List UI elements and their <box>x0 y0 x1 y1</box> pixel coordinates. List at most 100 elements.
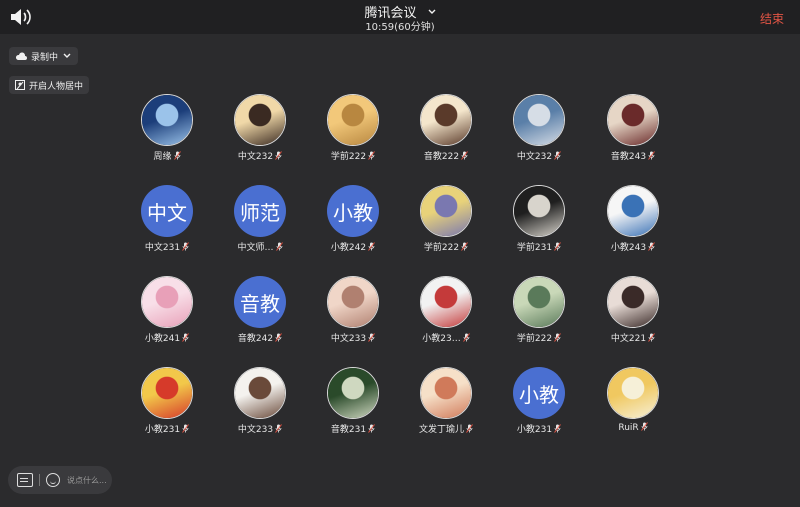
participant-tile[interactable]: 音教222 <box>399 94 493 162</box>
participant-tile[interactable]: 周缘 <box>120 94 214 162</box>
avatar-photo <box>235 95 285 145</box>
avatar-photo <box>421 95 471 145</box>
avatar-photo <box>328 277 378 327</box>
avatar: 师范 <box>234 185 286 237</box>
participant-name: 中文233 <box>237 425 274 435</box>
participant-tile[interactable]: 小教241 <box>120 276 214 344</box>
mic-muted-icon <box>648 333 655 342</box>
mic-muted-icon <box>461 242 468 251</box>
mic-muted-icon <box>275 151 282 160</box>
avatar: 中文 <box>141 185 193 237</box>
participant-tile[interactable]: 小教23… <box>399 276 493 344</box>
participant-name-row: 学前222 <box>399 240 493 253</box>
avatar: 小教 <box>327 185 379 237</box>
participant-tile[interactable]: 音教 音教242 <box>213 276 307 344</box>
participant-tile[interactable]: 师范中文师… <box>213 185 307 253</box>
avatar <box>513 276 565 328</box>
participant-name: 小教242 <box>330 243 367 253</box>
participant-name: 中文232 <box>516 152 553 162</box>
participant-name-row: 学前231 <box>492 240 586 253</box>
participant-tile[interactable]: 学前222 <box>399 185 493 253</box>
avatar-photo <box>142 368 192 418</box>
participant-name-row: 小教231 <box>120 422 214 435</box>
participant-name: 小教241 <box>144 334 181 344</box>
avatar <box>513 185 565 237</box>
avatar <box>513 94 565 146</box>
avatar: 小教 <box>513 367 565 419</box>
participant-tile[interactable]: 小教243 <box>586 185 680 253</box>
avatar-photo <box>142 277 192 327</box>
avatar <box>234 367 286 419</box>
participant-name: 学前222 <box>330 152 367 162</box>
participant-tile[interactable]: 中文232 <box>213 94 307 162</box>
divider <box>39 474 40 486</box>
participant-tile[interactable]: 小教小教242 <box>306 185 400 253</box>
avatar <box>327 276 379 328</box>
participant-tile[interactable]: 音教243 <box>586 94 680 162</box>
participant-tile[interactable]: 文发丁瑜儿 <box>399 367 493 435</box>
participant-name: 学前222 <box>423 243 460 253</box>
mic-muted-icon <box>554 333 561 342</box>
person-center-button[interactable]: 开启人物居中 <box>9 76 90 94</box>
person-center-icon <box>15 80 25 90</box>
participant-name: 音教242 <box>237 334 274 344</box>
emoji-icon[interactable] <box>46 473 60 487</box>
avatar-photo <box>608 277 658 327</box>
avatar <box>327 94 379 146</box>
participant-name: 中文221 <box>610 334 647 344</box>
participant-name: 音教231 <box>330 425 367 435</box>
mic-muted-icon <box>640 422 648 431</box>
participant-tile[interactable]: 中文221 <box>586 276 680 344</box>
mic-muted-icon <box>368 333 375 342</box>
participant-name-row: 小教242 <box>306 240 400 253</box>
chat-icon[interactable] <box>17 473 33 487</box>
participant-name-row: 周缘 <box>120 149 214 162</box>
mic-muted-icon <box>275 333 282 342</box>
mic-muted-icon <box>461 151 468 160</box>
participant-name-row: 音教243 <box>586 149 680 162</box>
participant-tile[interactable]: 学前231 <box>492 185 586 253</box>
end-meeting-button[interactable]: 结束 <box>760 10 784 27</box>
participant-name-row: 音教231 <box>306 422 400 435</box>
avatar <box>607 94 659 146</box>
participant-tile[interactable]: RuiR <box>586 367 680 433</box>
avatar-text: 中文 <box>147 200 187 225</box>
avatar <box>420 185 472 237</box>
participant-tile[interactable]: 中文中文231 <box>120 185 214 253</box>
participant-name: 小教243 <box>610 243 647 253</box>
chat-placeholder[interactable]: 说点什么... <box>67 475 107 486</box>
participant-name-row: 学前222 <box>306 149 400 162</box>
avatar-photo <box>608 95 658 145</box>
participant-tile[interactable]: 中文233 <box>213 367 307 435</box>
participant-tile[interactable]: 学前222 <box>492 276 586 344</box>
avatar <box>327 367 379 419</box>
avatar-photo <box>514 277 564 327</box>
participant-name-row: 中文232 <box>492 149 586 162</box>
participant-name: 中文231 <box>144 243 181 253</box>
cloud-icon <box>15 52 27 60</box>
avatar <box>607 185 659 237</box>
mic-muted-icon <box>173 151 181 160</box>
mic-muted-icon <box>368 424 375 433</box>
avatar-photo <box>328 95 378 145</box>
avatar <box>234 94 286 146</box>
chevron-down-icon[interactable] <box>428 8 436 16</box>
participant-tile[interactable]: 中文233 <box>306 276 400 344</box>
top-bar: 腾讯会议 10:59(60分钟) 结束 <box>0 0 800 34</box>
participant-tile[interactable]: 中文232 <box>492 94 586 162</box>
participant-tile[interactable]: 音教231 <box>306 367 400 435</box>
participant-name: 小教23… <box>422 334 461 344</box>
avatar <box>420 276 472 328</box>
participant-name-row: 音教242 <box>213 331 307 344</box>
recording-status-button[interactable]: 录制中 <box>9 47 79 65</box>
participant-tile[interactable]: 学前222 <box>306 94 400 162</box>
participant-tile[interactable]: 小教231 <box>120 367 214 435</box>
chat-input-bar[interactable]: 说点什么... <box>8 466 112 494</box>
participant-name: 学前222 <box>516 334 553 344</box>
participant-name: 中文师… <box>237 243 274 253</box>
avatar-text: 小教 <box>519 382 559 407</box>
participant-tile[interactable]: 小教 小教231 <box>492 367 586 435</box>
mic-muted-icon <box>368 242 375 251</box>
avatar-photo <box>235 368 285 418</box>
avatar-photo <box>142 95 192 145</box>
